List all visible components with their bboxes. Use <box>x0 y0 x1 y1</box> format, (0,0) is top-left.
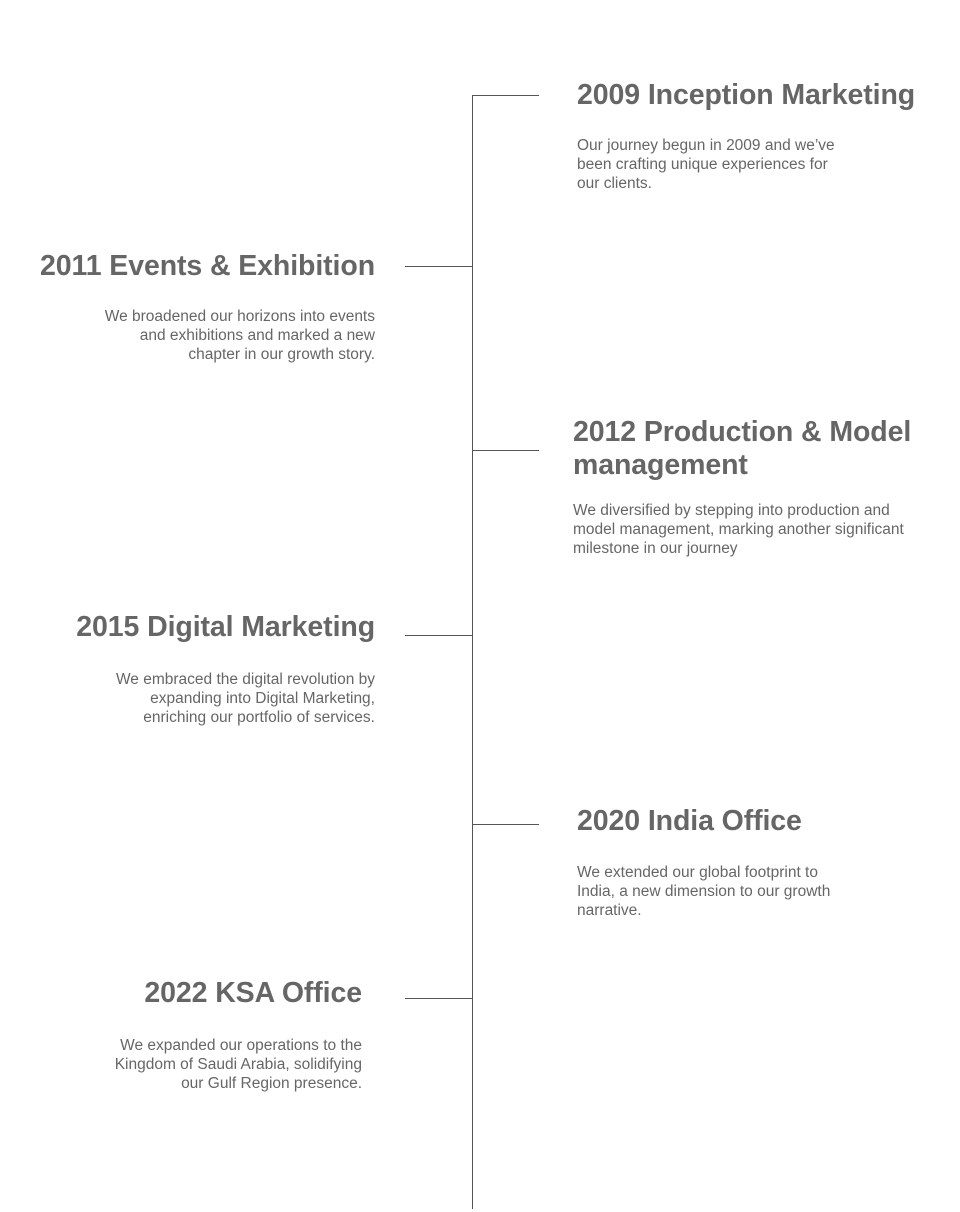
milestone-description: We broadened our horizons into events an… <box>104 308 375 363</box>
timeline-connector-2012 <box>472 450 539 451</box>
milestone-description: Our journey begun in 2009 and we’ve been… <box>577 137 835 192</box>
milestone-description: We diversified by stepping into producti… <box>573 502 904 557</box>
milestone-description: We expanded our operations to the Kingdo… <box>114 1037 362 1092</box>
milestone-title: 2012 Production & Model management <box>573 416 912 481</box>
milestone-2009: 2009 Inception Marketing Our journey beg… <box>577 79 937 193</box>
timeline-connector-2011 <box>405 266 472 267</box>
milestone-2020: 2020 India Office We extended our global… <box>577 805 937 920</box>
milestone-title: 2020 India Office <box>577 805 802 837</box>
milestone-2012: 2012 Production & Model management We di… <box>573 416 933 558</box>
timeline-connector-2015 <box>405 635 472 636</box>
timeline-connector-2020 <box>472 824 539 825</box>
milestone-2011: 2011 Events & Exhibition We broadened ou… <box>40 250 375 364</box>
milestone-title: 2022 KSA Office <box>144 977 362 1009</box>
milestone-description: We extended our global footprint to Indi… <box>577 864 831 919</box>
milestone-title: 2015 Digital Marketing <box>76 611 375 643</box>
milestone-title: 2011 Events & Exhibition <box>40 250 375 282</box>
milestone-2022: 2022 KSA Office We expanded our operatio… <box>40 977 362 1093</box>
milestone-2015: 2015 Digital Marketing We embraced the d… <box>40 611 375 727</box>
timeline-connector-2009 <box>472 95 539 96</box>
timeline-axis <box>472 95 473 1209</box>
milestone-title: 2009 Inception Marketing <box>577 79 916 111</box>
timeline-connector-2022 <box>405 998 472 999</box>
milestone-description: We embraced the digital revolution by ex… <box>115 671 375 726</box>
